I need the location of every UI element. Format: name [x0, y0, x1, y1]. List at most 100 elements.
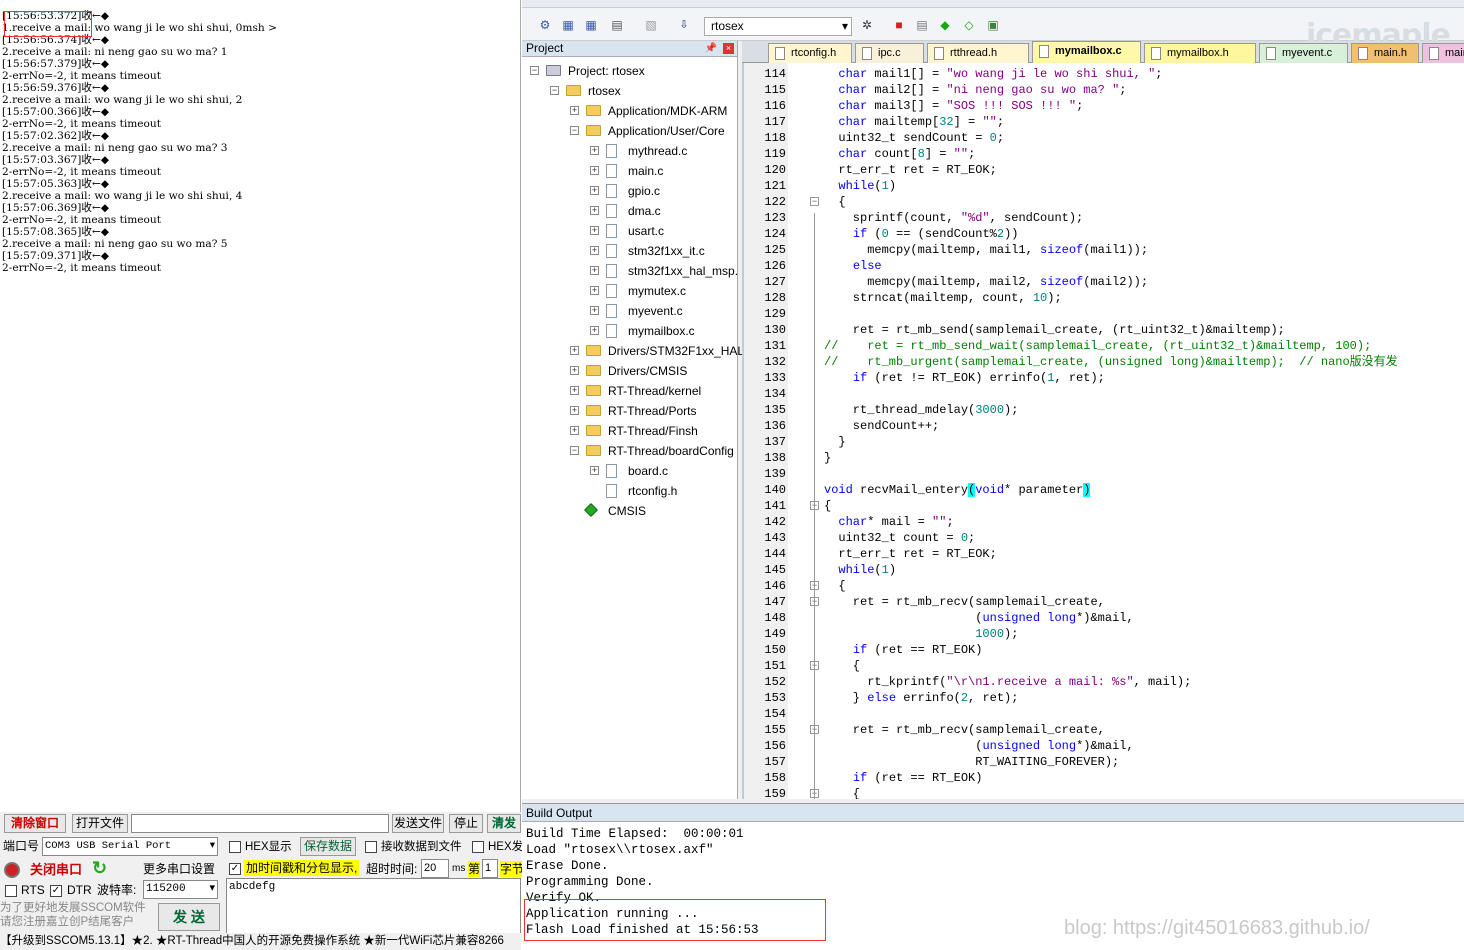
file-path-input[interactable]: [131, 814, 389, 833]
expand-icon[interactable]: +: [590, 206, 599, 215]
line-number: 150: [764, 643, 786, 657]
line-number: 136: [764, 419, 786, 433]
build-output-panel: Build Output Build Time Elapsed: 00:00:0…: [522, 803, 1464, 950]
tree-item-label: Drivers/STM32F1xx_HAL: [608, 344, 745, 358]
chevron-down-icon: ▾: [209, 883, 215, 895]
port-select[interactable]: COM3 USB Serial Port ▾: [42, 837, 218, 856]
line-number: 157: [764, 755, 786, 769]
collapse-icon[interactable]: −: [570, 446, 579, 455]
tree-item-label: Drivers/CMSIS: [608, 364, 688, 378]
hex-send-checkbox[interactable]: [472, 841, 484, 853]
code-line: uint32_t count = 0;: [824, 531, 976, 545]
tree-item-label: dma.c: [628, 204, 661, 218]
line-number: 133: [764, 371, 786, 385]
clear-send-button[interactable]: 清发: [487, 814, 521, 833]
fold-icon[interactable]: −: [810, 197, 819, 206]
pin-icon[interactable]: 📌: [705, 41, 717, 56]
rts-checkbox[interactable]: [5, 885, 17, 897]
send-file-button[interactable]: 发送文件: [392, 814, 444, 833]
code-line: void recvMail_entery(void* parameter): [824, 483, 1091, 497]
highlight-box: [524, 899, 826, 941]
select-packs-icon[interactable]: ◇: [960, 17, 978, 33]
code-line: {: [824, 659, 861, 673]
line-number: 140: [764, 483, 786, 497]
save-data-button[interactable]: 保存数据: [300, 837, 356, 856]
tab-mymailbox-c[interactable]: mymailbox.c: [1032, 41, 1141, 63]
line-number: 142: [764, 515, 786, 529]
expand-icon[interactable]: +: [590, 166, 599, 175]
expand-icon[interactable]: +: [570, 386, 579, 395]
line-number: 126: [764, 259, 786, 273]
expand-icon[interactable]: +: [590, 246, 599, 255]
close-icon[interactable]: ×: [723, 43, 734, 54]
target-options-icon[interactable]: ✲: [858, 17, 876, 33]
manage-components-icon[interactable]: ■: [890, 17, 908, 33]
tab-rtthread-h[interactable]: rtthread.h: [927, 43, 1029, 63]
send-text-area[interactable]: abcdefg: [226, 878, 521, 936]
timestamp-checkbox[interactable]: ✓: [229, 863, 241, 875]
code-line: rt_err_t ret = RT_EOK;: [824, 163, 997, 177]
expand-icon[interactable]: +: [570, 406, 579, 415]
expand-icon[interactable]: +: [590, 466, 599, 475]
expand-icon[interactable]: +: [570, 426, 579, 435]
expand-icon[interactable]: +: [590, 146, 599, 155]
baud-select[interactable]: 115200 ▾: [143, 880, 218, 899]
send-button[interactable]: 发 送: [158, 903, 220, 931]
tab-main-h[interactable]: main.h: [1351, 43, 1419, 63]
collapse-icon[interactable]: −: [530, 66, 539, 75]
code-line: (unsigned long*)&mail,: [824, 611, 1134, 625]
pack-installer-icon[interactable]: ◆: [936, 17, 954, 33]
file-extensions-icon[interactable]: ▤: [913, 17, 931, 33]
hex-show-checkbox[interactable]: [229, 841, 241, 853]
tab-main-c[interactable]: main.c: [1422, 43, 1464, 63]
translate-icon[interactable]: ⚙: [536, 17, 554, 33]
receive-area[interactable]: [15:56:53.372]收←◆ 1.receive a mail: wo wa…: [0, 10, 521, 810]
receive-line: 2.receive a mail: ni neng gao su wo ma? …: [2, 238, 228, 250]
file-icon: [606, 184, 617, 198]
collapse-icon[interactable]: −: [550, 86, 559, 95]
recv-to-file-checkbox[interactable]: [365, 841, 377, 853]
expand-icon[interactable]: +: [590, 226, 599, 235]
clear-window-button[interactable]: 清除窗口: [4, 814, 66, 833]
tab-mymailbox-h[interactable]: mymailbox.h: [1144, 43, 1256, 63]
dtr-checkbox[interactable]: ✓: [50, 885, 62, 897]
timeout-unit: ms: [452, 863, 466, 874]
batch-build-icon[interactable]: ▤: [608, 17, 626, 33]
line-number: 145: [764, 563, 786, 577]
line-number: 120: [764, 163, 786, 177]
target-select[interactable]: rtosex ▾: [704, 17, 852, 36]
receive-line: [15:56:57.379]收←◆: [2, 58, 110, 70]
file-icon: [606, 484, 617, 498]
file-icon: [606, 324, 617, 338]
download-icon[interactable]: ⇩: [675, 17, 693, 33]
stop-button[interactable]: 停止: [449, 814, 483, 833]
tab-myevent-c[interactable]: myevent.c: [1259, 43, 1348, 63]
code-line: memcpy(mailtemp, mail1, sizeof(mail1));: [824, 243, 1149, 257]
expand-icon[interactable]: +: [590, 266, 599, 275]
expand-icon[interactable]: +: [590, 306, 599, 315]
expand-icon[interactable]: +: [590, 186, 599, 195]
collapse-icon[interactable]: −: [570, 126, 579, 135]
tab-rtconfig-h[interactable]: rtconfig.h: [768, 43, 852, 63]
stop-build-icon[interactable]: ▧: [642, 17, 660, 33]
line-number: 125: [764, 243, 786, 257]
expand-icon[interactable]: +: [570, 346, 579, 355]
more-settings-button[interactable]: 更多串口设置: [143, 861, 215, 877]
expand-icon[interactable]: +: [590, 326, 599, 335]
expand-icon[interactable]: +: [570, 366, 579, 375]
open-file-button[interactable]: 打开文件: [72, 814, 128, 833]
tab-ipc-c[interactable]: ipc.c: [855, 43, 924, 63]
timeout-input[interactable]: 20: [421, 859, 449, 878]
tab-label: main.c: [1445, 47, 1464, 59]
expand-icon[interactable]: +: [570, 106, 579, 115]
chevron-down-icon: ▾: [209, 840, 215, 852]
expand-icon[interactable]: +: [590, 286, 599, 295]
close-port-button[interactable]: 关闭串口: [30, 862, 82, 878]
build-icon[interactable]: ▦: [559, 17, 577, 33]
code-editor[interactable]: 114 115 116 117 118 119 120 121 122 123 124 125 126 1…: [742, 63, 1464, 799]
receive-line: [15:57:06.369]收←◆: [2, 202, 110, 214]
run-time-env-icon[interactable]: ▣: [984, 17, 1002, 33]
rebuild-icon[interactable]: ▦: [582, 17, 600, 33]
refresh-icon[interactable]: ↻: [92, 859, 107, 877]
nth-input[interactable]: 1: [482, 859, 498, 878]
